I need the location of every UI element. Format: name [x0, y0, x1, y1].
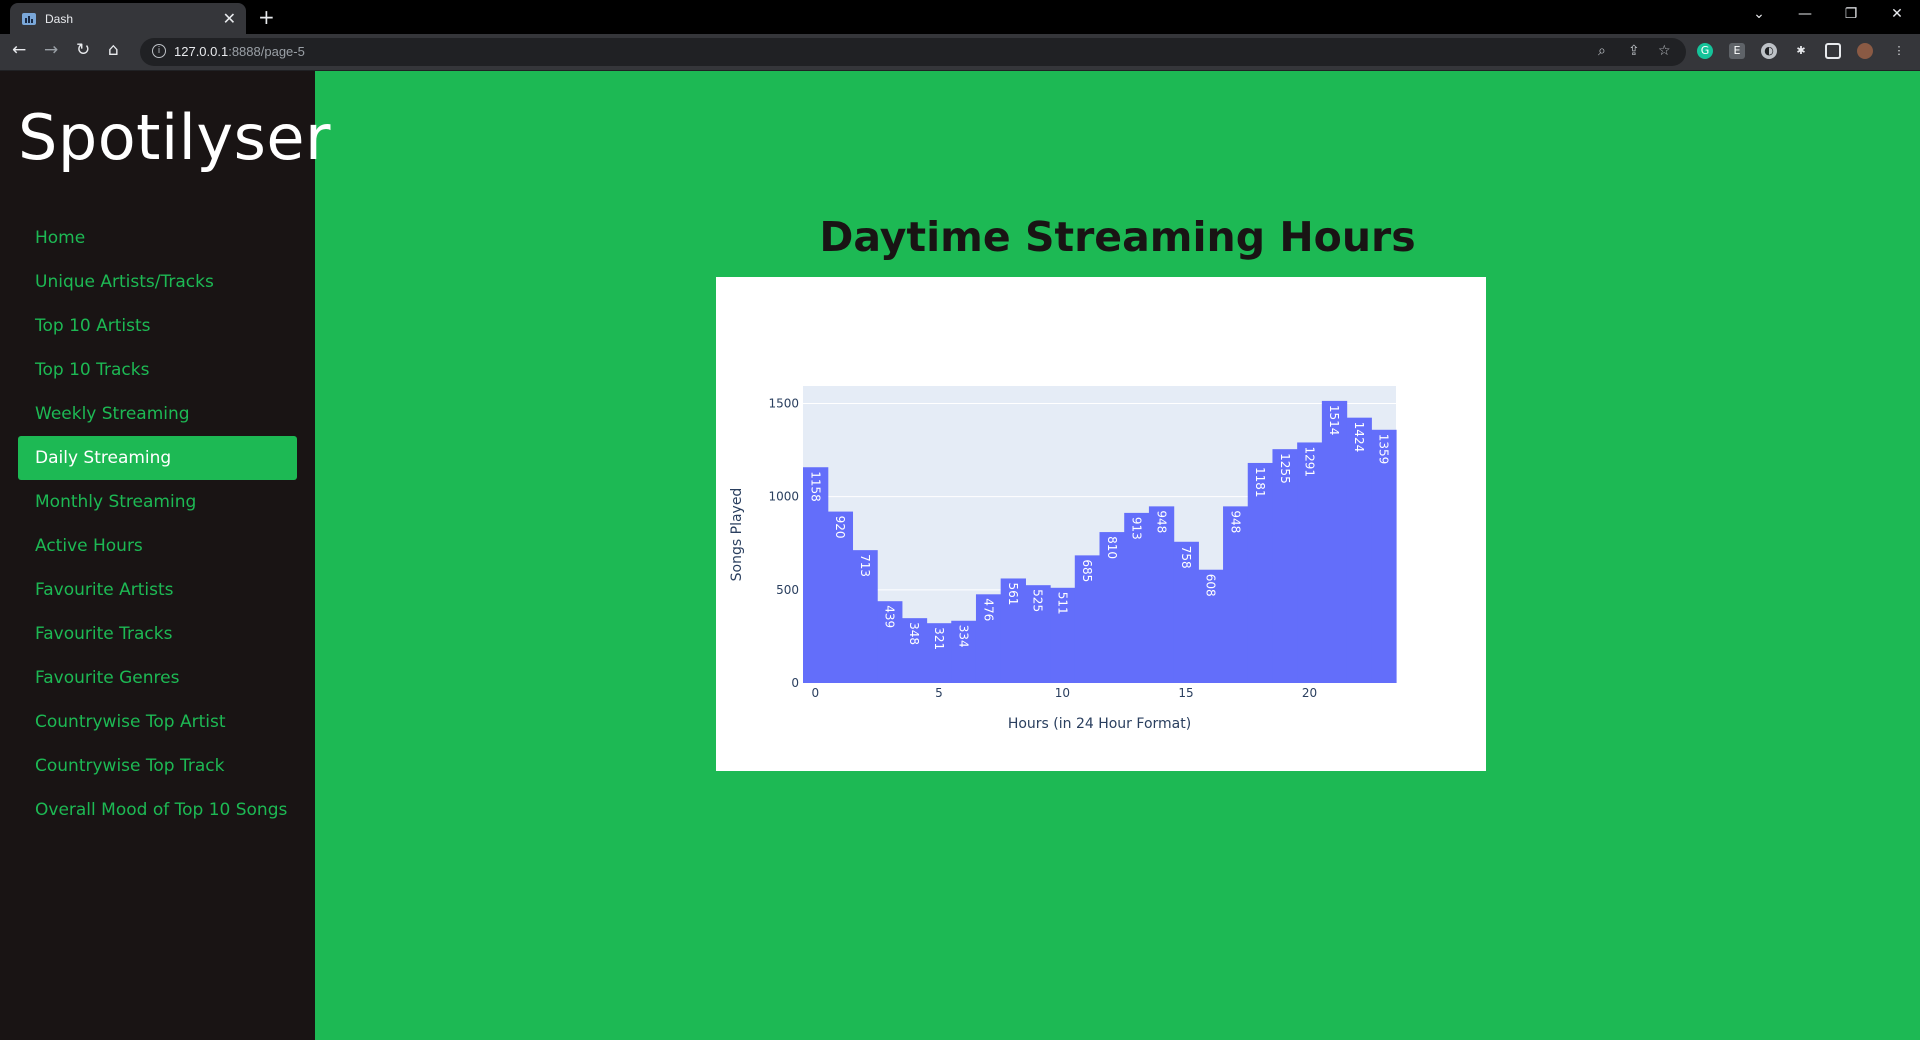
- sidebar-item-active-hours[interactable]: Active Hours: [18, 524, 297, 568]
- x-tick-label: 15: [1178, 686, 1193, 700]
- bar-data-label: 608: [1204, 574, 1218, 597]
- minimize-icon[interactable]: —: [1782, 0, 1828, 30]
- forward-icon[interactable]: →: [44, 40, 58, 60]
- sidebar-item-overall-mood-of-top-10-songs[interactable]: Overall Mood of Top 10 Songs: [18, 788, 297, 832]
- url-host: 127.0.0.1: [174, 44, 229, 59]
- address-bar[interactable]: i 127.0.0.1:8888/page-5 ⌕ ⇪ ☆: [140, 38, 1686, 66]
- bar-data-label: 1181: [1253, 467, 1267, 498]
- sidebar-item-favourite-tracks[interactable]: Favourite Tracks: [18, 612, 297, 656]
- browser-tab-bar: Dash ✕ + ⌄ — ❐ ✕: [0, 0, 1920, 34]
- share-icon[interactable]: ⇪: [1628, 43, 1640, 59]
- bar-data-label: 948: [1228, 510, 1242, 533]
- side-panel-icon[interactable]: [1825, 43, 1841, 59]
- grammarly-extension-icon[interactable]: G: [1697, 43, 1713, 59]
- page-title: Daytime Streaming Hours: [819, 213, 1416, 261]
- bar-data-label: 348: [907, 622, 921, 645]
- e-extension-icon[interactable]: E: [1729, 43, 1745, 59]
- sidebar-item-weekly-streaming[interactable]: Weekly Streaming: [18, 392, 297, 436]
- x-axis-title: Hours (in 24 Hour Format): [1008, 716, 1191, 732]
- x-tick-label: 5: [935, 686, 943, 700]
- extensions-puzzle-icon[interactable]: ✱: [1793, 43, 1809, 59]
- bar: [1346, 417, 1372, 683]
- window-controls: ⌄ — ❐ ✕: [1736, 0, 1920, 30]
- x-tick-label: 20: [1302, 686, 1317, 700]
- sidebar-item-countrywise-top-artist[interactable]: Countrywise Top Artist: [18, 700, 297, 744]
- bar-data-label: 561: [1006, 582, 1020, 605]
- tab-title: Dash: [45, 11, 74, 26]
- bar: [1297, 442, 1323, 683]
- dash-favicon-icon: [22, 12, 36, 25]
- sidebar: Spotilyser Home Unique Artists/Tracks Top …: [0, 71, 331, 1040]
- close-window-icon[interactable]: ✕: [1874, 0, 1920, 30]
- tab-close-icon[interactable]: ✕: [223, 9, 236, 28]
- back-icon[interactable]: ←: [12, 40, 26, 60]
- x-tick-label: 10: [1055, 686, 1070, 700]
- sidebar-item-favourite-artists[interactable]: Favourite Artists: [18, 568, 297, 612]
- bar-data-label: 913: [1130, 517, 1144, 540]
- y-tick-label: 1500: [768, 397, 799, 411]
- chart-container: 0 500 1000 1500 0 5 10 15 20 1158 920 713 439 348 321 3…: [716, 277, 1486, 771]
- sidebar-item-daily-streaming[interactable]: Daily Streaming: [18, 436, 297, 480]
- bar-chart[interactable]: 0 500 1000 1500 0 5 10 15 20 1158 920 713 439 348 321 3…: [716, 277, 1486, 771]
- bar-data-label: 920: [833, 516, 847, 539]
- url-text: 127.0.0.1:8888/page-5: [174, 44, 305, 59]
- bar-data-label: 511: [1055, 592, 1069, 615]
- bar-data-label: 1514: [1327, 405, 1341, 436]
- bar-data-label: 1359: [1377, 434, 1391, 465]
- y-axis-title: Songs Played: [729, 488, 745, 582]
- y-tick-label: 1000: [768, 490, 799, 504]
- bar-data-label: 948: [1154, 510, 1168, 533]
- zoom-icon[interactable]: ⌕: [1598, 43, 1606, 59]
- x-tick-label: 0: [812, 686, 820, 700]
- sidebar-item-monthly-streaming[interactable]: Monthly Streaming: [18, 480, 297, 524]
- restore-icon[interactable]: ❐: [1828, 0, 1874, 30]
- reload-icon[interactable]: ↻: [76, 40, 90, 60]
- browser-tab[interactable]: Dash ✕: [10, 3, 246, 34]
- new-tab-icon[interactable]: +: [258, 5, 275, 29]
- sidebar-item-top-10-artists[interactable]: Top 10 Artists: [18, 304, 297, 348]
- bar-data-label: 1291: [1303, 446, 1317, 477]
- bar-data-label: 1424: [1352, 422, 1366, 453]
- sidebar-item-unique-artists-tracks[interactable]: Unique Artists/Tracks: [18, 260, 297, 304]
- bar-data-label: 334: [957, 625, 971, 648]
- dark-mode-extension-icon[interactable]: ◐: [1761, 43, 1777, 59]
- url-path: :8888/page-5: [228, 44, 305, 59]
- sidebar-item-favourite-genres[interactable]: Favourite Genres: [18, 656, 297, 700]
- y-tick-label: 500: [776, 583, 799, 597]
- browser-toolbar: ← → ↻ ⌂ i 127.0.0.1:8888/page-5 ⌕ ⇪ ☆: [0, 34, 1920, 71]
- sidebar-item-countrywise-top-track[interactable]: Countrywise Top Track: [18, 744, 297, 788]
- home-icon[interactable]: ⌂: [108, 40, 119, 60]
- tab-search-icon[interactable]: ⌄: [1736, 0, 1782, 30]
- bar-data-label: 810: [1105, 536, 1119, 559]
- brand-title: Spotilyser: [18, 101, 332, 174]
- bar-data-label: 476: [981, 598, 995, 621]
- sidebar-nav: Home Unique Artists/Tracks Top 10 Artists T…: [18, 216, 297, 832]
- bar-data-label: 758: [1179, 546, 1193, 569]
- sidebar-item-home[interactable]: Home: [18, 216, 297, 260]
- bookmark-star-icon[interactable]: ☆: [1658, 43, 1671, 59]
- bar: [1321, 400, 1348, 683]
- bar-data-label: 439: [882, 605, 896, 628]
- bar: [1272, 449, 1298, 683]
- y-tick-label: 0: [791, 676, 799, 690]
- bar-data-label: 321: [932, 627, 946, 650]
- bar-data-label: 1255: [1278, 453, 1292, 484]
- profile-avatar[interactable]: [1857, 43, 1873, 59]
- bar-data-label: 1158: [808, 471, 822, 502]
- sidebar-item-top-10-tracks[interactable]: Top 10 Tracks: [18, 348, 297, 392]
- menu-dots-icon[interactable]: ⋮: [1891, 43, 1907, 59]
- bar: [1371, 429, 1397, 683]
- site-info-icon[interactable]: i: [152, 44, 166, 58]
- bar-data-label: 685: [1080, 559, 1094, 582]
- bar-data-label: 713: [858, 554, 872, 577]
- bar-data-label: 525: [1031, 589, 1045, 612]
